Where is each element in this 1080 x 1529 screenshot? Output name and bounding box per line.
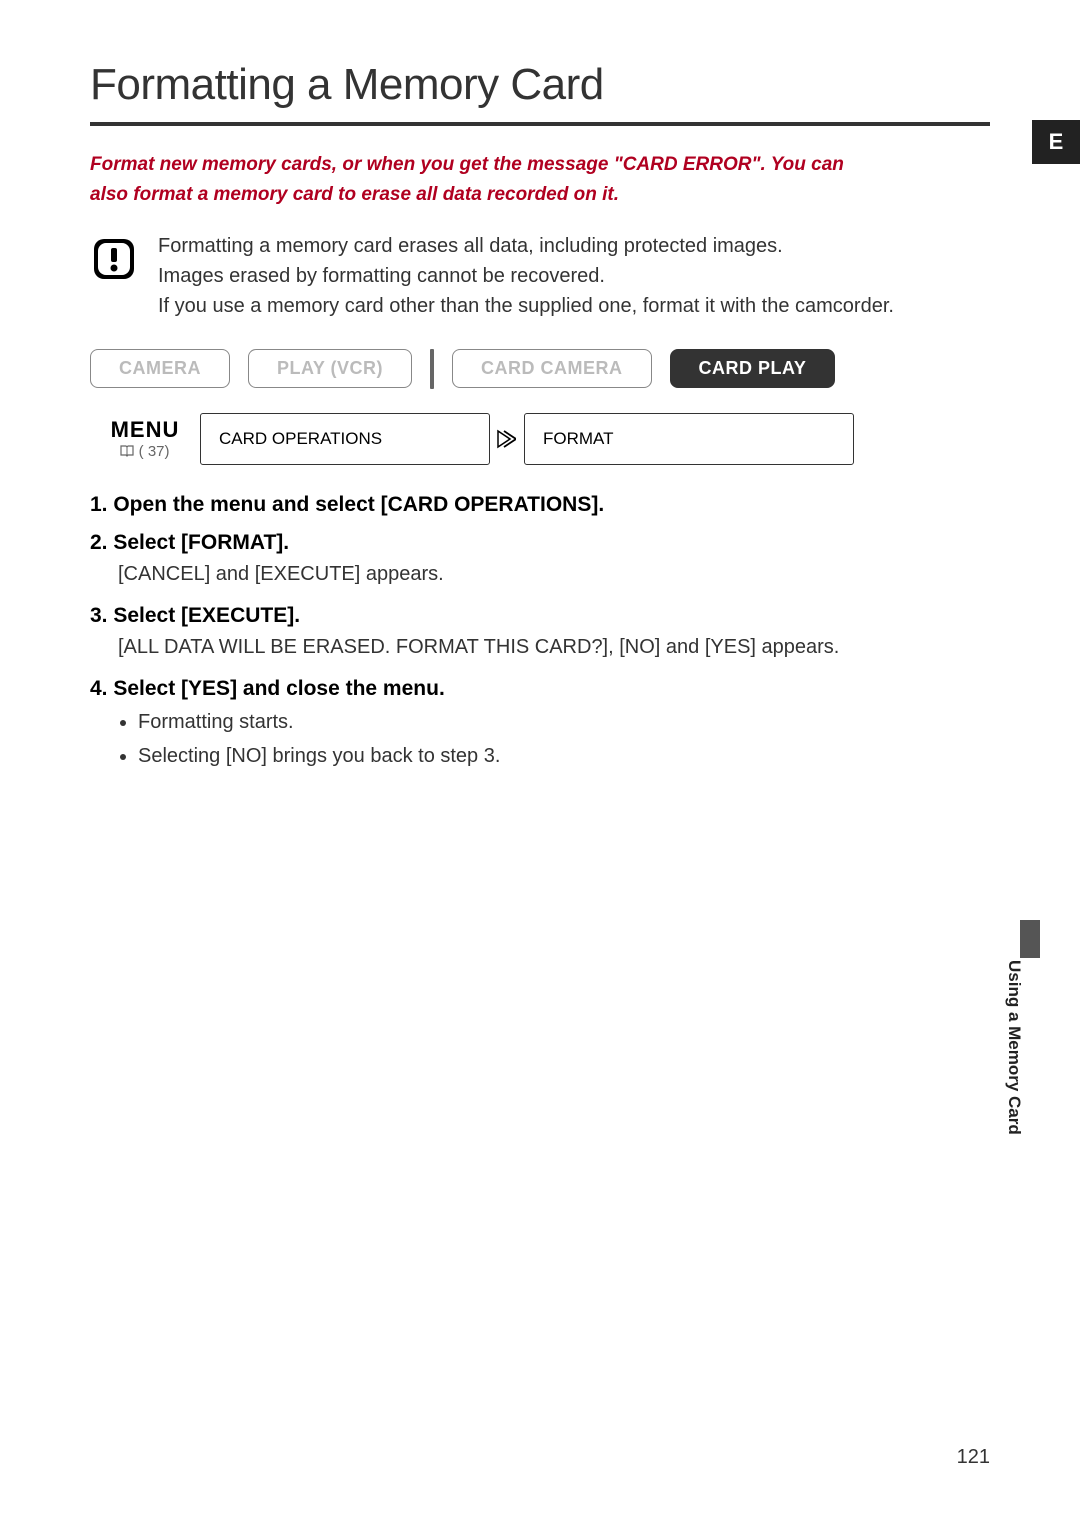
warning-line-1: Formatting a memory card erases all data…	[158, 235, 783, 257]
warning-line-3: If you use a memory card other than the …	[158, 295, 894, 317]
menu-label: MENU ( 37)	[90, 417, 200, 460]
side-bar	[1020, 920, 1040, 958]
intro-text: Format new memory cards, or when you get…	[90, 150, 990, 211]
step-2-title: 2. Select [FORMAT].	[90, 531, 990, 555]
step-1-title: 1. Open the menu and select [CARD OPERAT…	[90, 493, 990, 517]
step-3-title: 3. Select [EXECUTE].	[90, 604, 990, 628]
menu-ref-text: ( 37)	[139, 443, 170, 460]
step-4-bullet-1: Formatting starts.	[138, 705, 990, 739]
menu-word: MENU	[90, 417, 200, 443]
mode-camera: CAMERA	[90, 349, 230, 388]
step-4-bullet-2: Selecting [NO] brings you back to step 3…	[138, 739, 990, 773]
page-title: Formatting a Memory Card	[90, 60, 990, 126]
step-2-body: [CANCEL] and [EXECUTE] appears.	[118, 559, 990, 590]
warning-block: Formatting a memory card erases all data…	[90, 231, 990, 321]
mode-row: CAMERA PLAY (VCR) CARD CAMERA CARD PLAY	[90, 349, 990, 389]
warning-text: Formatting a memory card erases all data…	[158, 231, 934, 321]
language-tab: E	[1032, 120, 1080, 164]
page-number: 121	[957, 1446, 990, 1469]
steps: 1. Open the menu and select [CARD OPERAT…	[90, 493, 990, 773]
arrow-icon	[494, 428, 516, 450]
mode-play-vcr: PLAY (VCR)	[248, 349, 412, 388]
book-icon	[120, 443, 138, 460]
step-3-body: [ALL DATA WILL BE ERASED. FORMAT THIS CA…	[118, 632, 990, 663]
menu-box-format: FORMAT	[524, 413, 854, 465]
step-4-title: 4. Select [YES] and close the menu.	[90, 677, 990, 701]
menu-row: MENU ( 37) CARD OPERATIONS FORMAT	[90, 413, 990, 465]
section-label: Using a Memory Card	[1004, 960, 1024, 1135]
warning-icon	[90, 235, 138, 283]
menu-box-card-operations: CARD OPERATIONS	[200, 413, 490, 465]
mode-divider	[430, 349, 434, 389]
step-4-bullets: Formatting starts. Selecting [NO] brings…	[138, 705, 990, 773]
mode-card-camera: CARD CAMERA	[452, 349, 652, 388]
mode-card-play: CARD PLAY	[670, 349, 836, 388]
warning-line-2: Images erased by formatting cannot be re…	[158, 265, 605, 287]
menu-ref: ( 37)	[90, 443, 200, 460]
